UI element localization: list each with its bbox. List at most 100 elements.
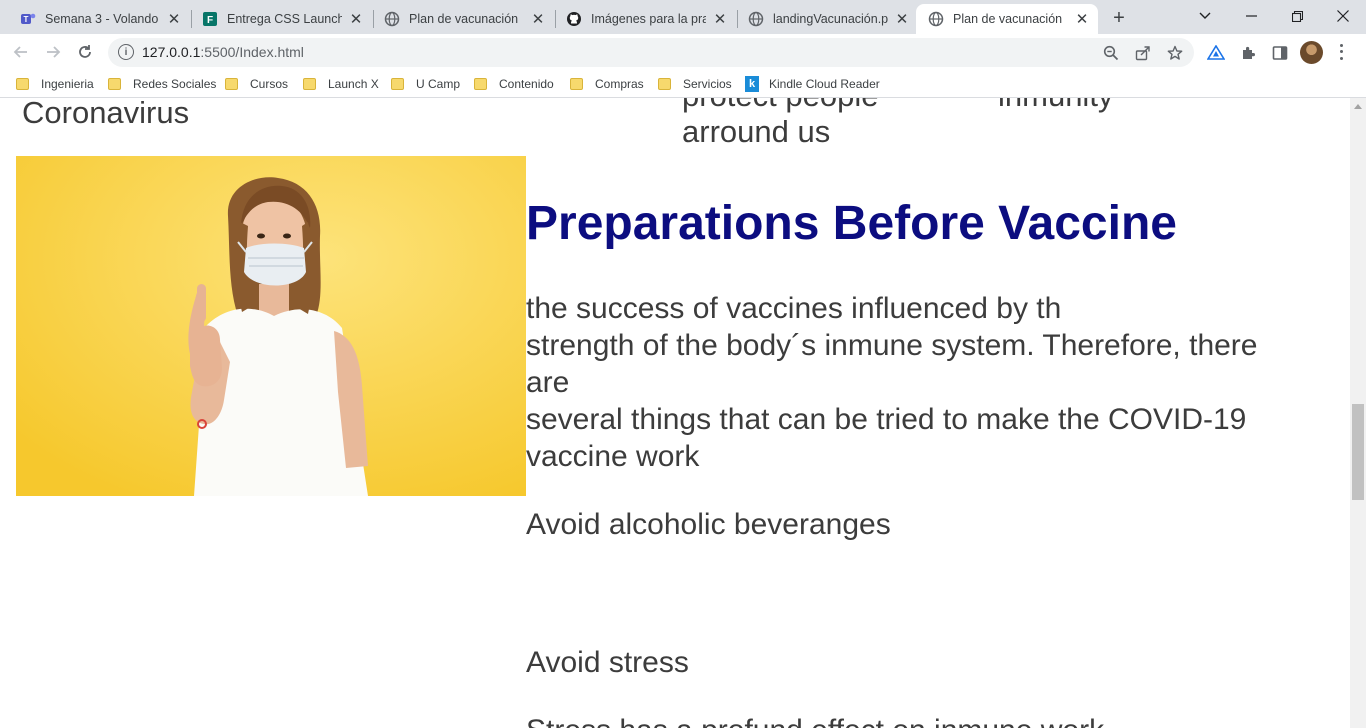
tab-title: Plan de vacunación <box>409 12 519 26</box>
tab-entrega-css[interactable]: F Entrega CSS LaunchX ✕ <box>190 4 372 34</box>
bookmark-label: Ingenieria <box>41 77 94 91</box>
folder-icon <box>16 78 29 90</box>
folder-icon <box>108 78 121 90</box>
share-icon[interactable] <box>1134 44 1152 62</box>
close-icon[interactable]: ✕ <box>348 11 364 28</box>
back-button[interactable] <box>8 39 34 65</box>
address-bar[interactable]: i 127.0.0.1:5500/Index.html <box>108 38 1194 67</box>
url-path: :5500/Index.html <box>200 44 304 60</box>
tab-semana3[interactable]: T Semana 3 - Volando c ✕ <box>8 4 190 34</box>
tab-search-button[interactable] <box>1182 0 1228 32</box>
bookmark-label: Cursos <box>250 77 289 91</box>
intro-line: strength of the body´s inmune system. Th… <box>526 329 1258 362</box>
kindle-icon: k <box>745 76 759 92</box>
intro-line: several things that can be tried to make… <box>526 403 1247 436</box>
globe-icon <box>384 11 400 27</box>
section-text-inmunity: inmunity <box>998 98 1113 114</box>
extensions-icon[interactable] <box>1238 43 1258 63</box>
intro-paragraph: the success of vaccines influenced by th… <box>526 290 1326 475</box>
info-icon[interactable]: i <box>118 44 134 60</box>
scrollbar-thumb[interactable] <box>1352 404 1364 500</box>
reload-button[interactable] <box>72 39 98 65</box>
close-icon <box>1337 10 1349 22</box>
bookmark-label: Redes Sociales <box>133 77 217 91</box>
close-icon[interactable]: ✕ <box>712 11 728 28</box>
close-icon[interactable]: ✕ <box>894 11 910 28</box>
tip-alcohol: Avoid alcoholic beveranges <box>526 508 891 541</box>
tab-plan-vacunacion-active[interactable]: Plan de vacunación ✕ <box>916 4 1098 34</box>
restore-icon <box>1291 10 1303 22</box>
bookmark-launch-x[interactable]: Launch X <box>303 75 379 93</box>
teams-icon: T <box>20 11 36 27</box>
bookmarks-bar: Ingenieria Redes Sociales Cursos Launch … <box>0 70 1366 98</box>
minimize-icon <box>1245 15 1257 17</box>
bookmark-label: Launch X <box>328 77 379 91</box>
star-icon[interactable] <box>1166 44 1184 62</box>
svg-text:F: F <box>207 15 213 26</box>
browser-toolbar: i 127.0.0.1:5500/Index.html <box>0 34 1366 70</box>
folder-icon <box>303 78 316 90</box>
tab-title: Entrega CSS LaunchX <box>227 12 342 26</box>
scroll-up-arrow-icon[interactable] <box>1354 104 1362 109</box>
bookmark-contenido[interactable]: Contenido <box>474 75 554 93</box>
bookmark-cursos[interactable]: Cursos <box>225 75 288 93</box>
tab-strip: T Semana 3 - Volando c ✕ F Entrega CSS L… <box>0 0 1366 34</box>
close-icon[interactable]: ✕ <box>1074 11 1090 28</box>
folder-icon <box>225 78 238 90</box>
url-text[interactable]: 127.0.0.1:5500/Index.html <box>142 44 304 60</box>
tab-title: landingVacunación.pn <box>773 12 888 26</box>
side-panel-icon[interactable] <box>1270 43 1290 63</box>
close-icon[interactable]: ✕ <box>166 11 182 28</box>
intro-line: are <box>526 366 570 399</box>
github-icon <box>566 11 582 27</box>
new-tab-button[interactable]: + <box>1107 6 1131 30</box>
tip-stress-detail: Stress has a profund effect on inmune wo… <box>526 712 1326 728</box>
close-window-button[interactable] <box>1320 0 1366 32</box>
folder-icon <box>474 78 487 90</box>
tab-title: Plan de vacunación <box>953 12 1063 26</box>
bookmark-label: Servicios <box>683 77 732 91</box>
bookmark-label: Kindle Cloud Reader <box>769 77 880 91</box>
drive-extension-icon[interactable] <box>1206 43 1226 63</box>
forms-icon: F <box>202 11 218 27</box>
tab-plan-vacunacion-1[interactable]: Plan de vacunación ✕ <box>372 4 554 34</box>
globe-icon <box>928 11 944 27</box>
intro-line: the success of vaccines influenced by th <box>526 292 1062 325</box>
tab-title: Imágenes para la prac <box>591 12 706 26</box>
profile-avatar[interactable] <box>1300 41 1323 64</box>
folder-icon <box>658 78 671 90</box>
bookmark-servicios[interactable]: Servicios <box>658 75 732 93</box>
minimize-button[interactable] <box>1228 0 1274 32</box>
chevron-down-icon <box>1199 12 1211 19</box>
url-host: 127.0.0.1 <box>142 44 201 60</box>
bookmark-kindle[interactable]: k Kindle Cloud Reader <box>745 75 880 93</box>
woman-mask-image <box>16 156 526 496</box>
bookmark-u-camp[interactable]: U Camp <box>391 75 460 93</box>
section-text-arround: arround us <box>682 114 831 149</box>
page-scrollbar[interactable] <box>1350 98 1366 728</box>
svg-text:T: T <box>24 15 29 24</box>
bookmark-compras[interactable]: Compras <box>570 75 644 93</box>
tab-landing-vacunacion[interactable]: landingVacunación.pn ✕ <box>736 4 918 34</box>
folder-icon <box>570 78 583 90</box>
woman-mask-illustration <box>16 156 526 496</box>
bookmark-redes-sociales[interactable]: Redes Sociales <box>108 75 216 93</box>
intro-line: vaccine work <box>526 440 700 473</box>
restore-button[interactable] <box>1274 0 1320 32</box>
zoom-icon[interactable] <box>1102 44 1120 62</box>
bookmark-ingenieria[interactable]: Ingenieria <box>16 75 94 93</box>
tab-imagenes[interactable]: Imágenes para la prac ✕ <box>554 4 736 34</box>
reload-icon <box>79 45 91 58</box>
arrow-left-icon <box>13 46 27 58</box>
page-viewport: Coronavirus protect people arround us in… <box>0 98 1350 728</box>
tab-title: Semana 3 - Volando c <box>45 12 160 26</box>
more-menu-icon[interactable] <box>1336 42 1346 62</box>
close-icon[interactable]: ✕ <box>530 11 546 28</box>
forward-button[interactable] <box>40 39 66 65</box>
bookmark-label: Compras <box>595 77 644 91</box>
tip-stress: Avoid stress <box>526 646 689 679</box>
folder-icon <box>391 78 404 90</box>
page-heading: Preparations Before Vaccine <box>526 197 1177 250</box>
globe-icon <box>748 11 764 27</box>
bookmark-label: U Camp <box>416 77 461 91</box>
